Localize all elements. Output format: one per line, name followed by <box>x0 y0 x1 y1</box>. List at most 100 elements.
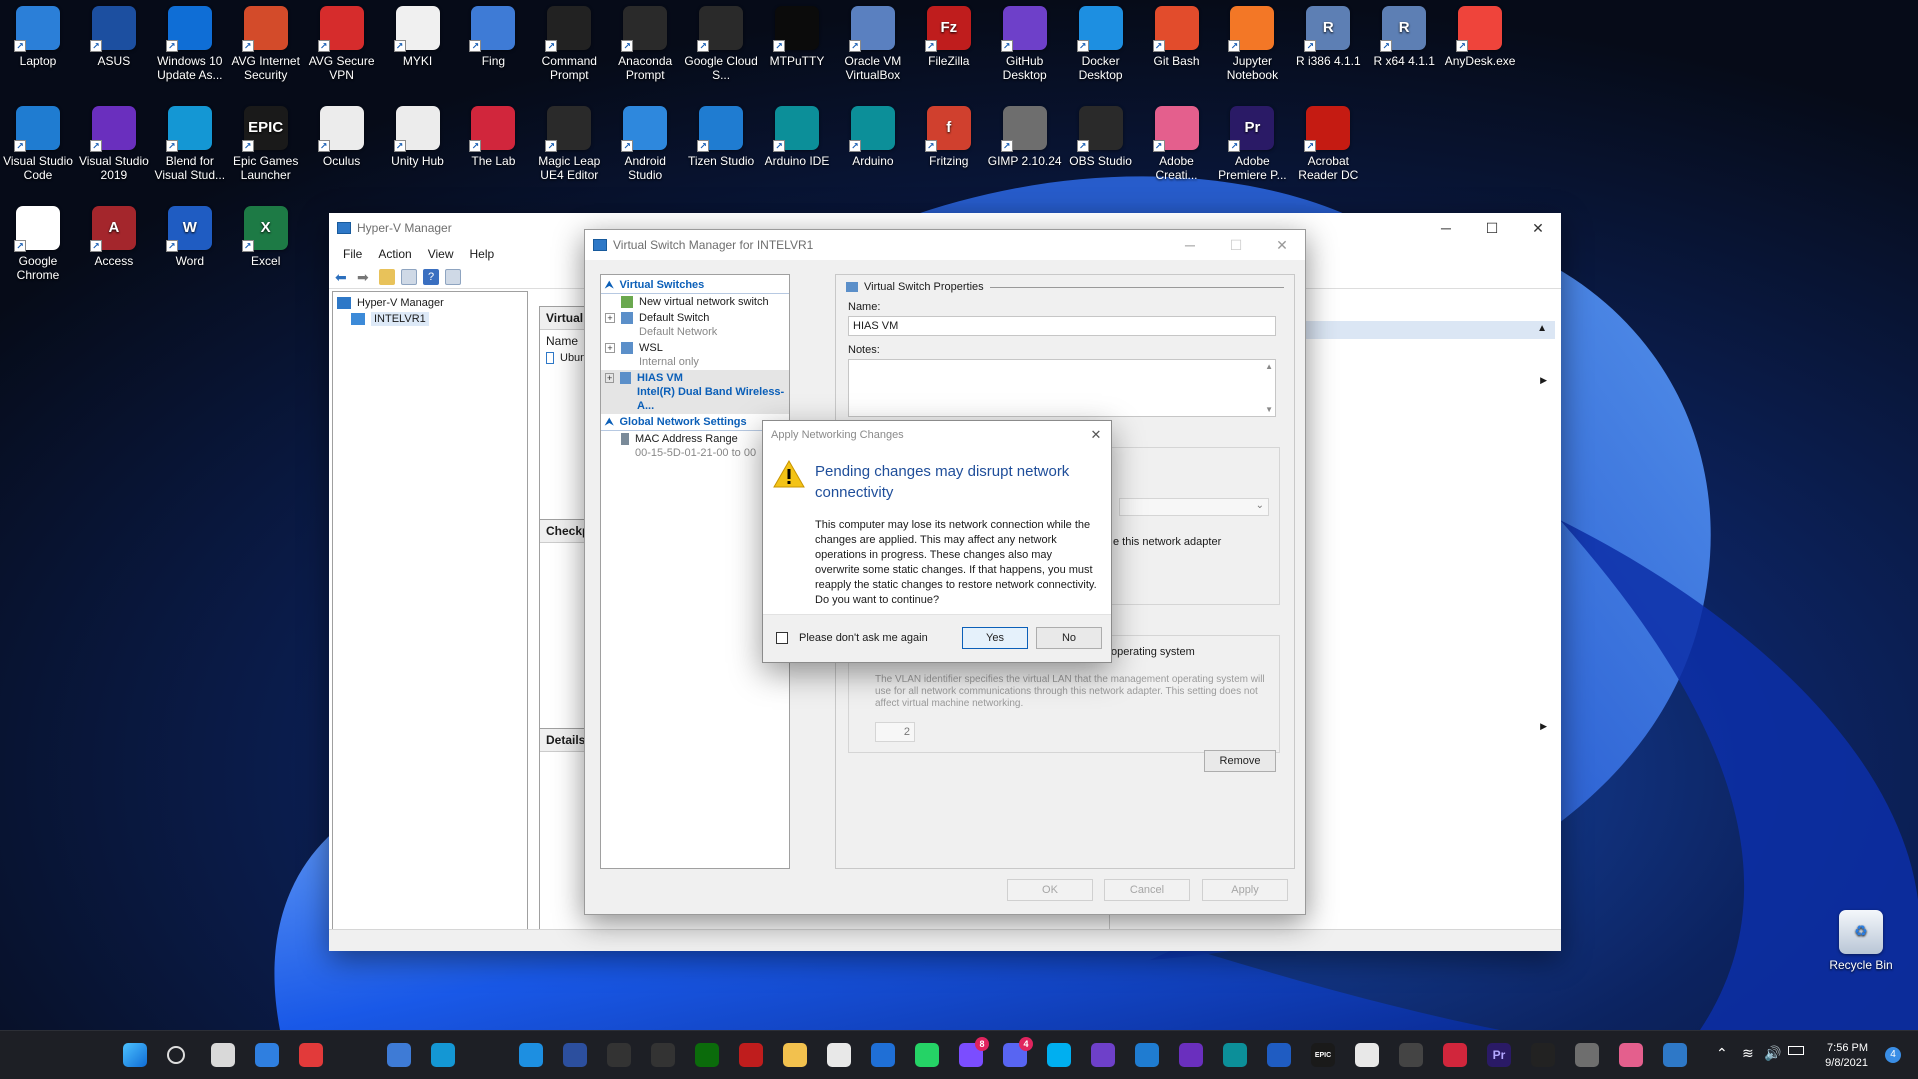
vectorworks-icon[interactable] <box>343 1043 367 1067</box>
epic-games-icon[interactable]: EPIC <box>1311 1043 1335 1067</box>
mtputty-icon[interactable] <box>695 1043 719 1067</box>
desktop-icon-adobe-creati[interactable]: ↗ Adobe Creati... <box>1139 102 1215 182</box>
obs-icon[interactable] <box>1531 1043 1555 1067</box>
menu-view[interactable]: View <box>420 247 462 261</box>
back-icon[interactable]: ⬅ <box>335 269 351 285</box>
no-button[interactable]: No <box>1036 627 1102 649</box>
minimize-button[interactable]: ─ <box>1423 213 1469 243</box>
maximize-button[interactable]: ☐ <box>1469 213 1515 243</box>
expand-icon[interactable]: + <box>605 313 615 323</box>
desktop-icon-docker-desktop[interactable]: ↗ Docker Desktop <box>1063 2 1139 82</box>
desktop-icon-fing[interactable]: ↗ Fing <box>455 2 531 68</box>
cmd-icon[interactable] <box>607 1043 631 1067</box>
vscode-icon[interactable] <box>1135 1043 1159 1067</box>
virtualbox-icon[interactable] <box>475 1043 499 1067</box>
desktop-icon-the-lab[interactable]: ↗ The Lab <box>455 102 531 168</box>
mac-address-range-item[interactable]: MAC Address Range 00-15-5D-01-21-00 to 00 <box>601 431 789 461</box>
desktop-icon-arduino-ide[interactable]: ↗ Arduino IDE <box>759 102 835 168</box>
docker-icon[interactable] <box>519 1043 543 1067</box>
fing-icon[interactable] <box>387 1043 411 1067</box>
desktop-icon-asus[interactable]: ↗ ASUS <box>76 2 152 68</box>
menu-file[interactable]: File <box>335 247 370 261</box>
premiere-icon[interactable]: Pr <box>1487 1043 1511 1067</box>
hyperv-icon[interactable] <box>1663 1043 1687 1067</box>
remove-button[interactable]: Remove <box>1204 750 1276 772</box>
desktop-icon-jupyter-notebook[interactable]: ↗ Jupyter Notebook <box>1214 2 1290 82</box>
show-hide-tree-icon[interactable] <box>401 268 417 285</box>
cancel-button[interactable]: Cancel <box>1104 879 1190 901</box>
file-explorer-icon[interactable] <box>783 1043 807 1067</box>
unity-icon[interactable] <box>1399 1043 1423 1067</box>
apply-button[interactable]: Apply <box>1202 879 1288 901</box>
expand-icon[interactable]: + <box>605 373 615 383</box>
desktop-icon-excel[interactable]: X ↗ Excel <box>228 202 304 268</box>
properties-icon[interactable] <box>445 268 461 285</box>
submenu-arrow-icon[interactable]: ▶ <box>1540 375 1547 386</box>
visual-studio-icon[interactable] <box>1179 1043 1203 1067</box>
desktop-icon-command-prompt[interactable]: ↗ Command Prompt <box>531 2 607 82</box>
vsm-minimize-button[interactable]: ─ <box>1167 230 1213 260</box>
desktop-icon-github-desktop[interactable]: ↗ GitHub Desktop <box>987 2 1063 82</box>
skype-icon[interactable] <box>1047 1043 1071 1067</box>
desktop-icon-avg-internet-security[interactable]: ↗ AVG Internet Security <box>228 2 304 82</box>
clock[interactable]: 7:56 PM 9/8/2021 <box>1820 1041 1868 1071</box>
desktop-icon-android-studio[interactable]: ↗ Android Studio <box>607 102 683 182</box>
desktop-icon-acrobat-reader-dc[interactable]: ↗ Acrobat Reader DC <box>1290 102 1366 182</box>
desktop-icon-obs-studio[interactable]: ↗ OBS Studio <box>1063 102 1139 168</box>
powershell-icon[interactable] <box>563 1043 587 1067</box>
menu-action[interactable]: Action <box>370 247 419 261</box>
collapse-up-icon[interactable]: ▲ <box>1537 323 1547 334</box>
desktop-icon-myki[interactable]: ↗ MYKI <box>380 2 456 68</box>
ok-button[interactable]: OK <box>1007 879 1093 901</box>
tree-item-intelvr1[interactable]: INTELVR1 <box>333 311 527 327</box>
desktop-icon-r-x64-4-1-1[interactable]: R ↗ R x64 4.1.1 <box>1366 2 1442 68</box>
start-icon[interactable] <box>123 1043 147 1067</box>
external-network-dropdown[interactable]: ⌄ <box>1119 498 1269 516</box>
submenu-arrow-icon[interactable]: ▶ <box>1540 721 1547 732</box>
switch-item-default[interactable]: + Default Switch Default Network <box>601 310 789 340</box>
desktop-icon-gimp-2-10-24[interactable]: ↗ GIMP 2.10.24 <box>987 102 1063 168</box>
desktop-icon-oculus[interactable]: ↗ Oculus <box>304 102 380 168</box>
search-icon[interactable] <box>167 1046 185 1064</box>
vsm-titlebar[interactable]: Virtual Switch Manager for INTELVR1 ─ ☐ … <box>585 230 1305 260</box>
scroll-down-icon[interactable]: ▼ <box>1265 405 1273 414</box>
wifi-icon[interactable]: ≋ <box>1742 1045 1754 1062</box>
desktop-icon-access[interactable]: A ↗ Access <box>76 202 152 268</box>
desktop-icon-oracle-vm-virtualbox[interactable]: ↗ Oracle VM VirtualBox <box>835 2 911 82</box>
widgets-icon[interactable] <box>255 1043 279 1067</box>
desktop-icon-arduino[interactable]: ↗ Arduino <box>835 102 911 168</box>
messenger-icon[interactable]: 8 <box>959 1037 989 1067</box>
desktop-icon-blend-for-visual-stud[interactable]: ↗ Blend for Visual Stud... <box>152 102 228 182</box>
desktop-icon-avg-secure-vpn[interactable]: ↗ AVG Secure VPN <box>304 2 380 82</box>
collapse-chevron-icon[interactable]: ⮝ <box>605 417 614 428</box>
apply-networking-changes-dialog[interactable]: Apply Networking Changes ✕ Pending chang… <box>762 420 1112 663</box>
scroll-up-icon[interactable]: ▲ <box>1265 362 1273 371</box>
switch-item-hias-vm[interactable]: + HIAS VM Intel(R) Dual Band Wireless-A..… <box>601 370 789 414</box>
desktop-icon-recycle-bin[interactable]: ♻ Recycle Bin <box>1823 906 1899 972</box>
volume-icon[interactable]: 🔊 <box>1764 1045 1781 1062</box>
desktop-icon-word[interactable]: W ↗ Word <box>152 202 228 268</box>
desktop-icon-git-bash[interactable]: ↗ Git Bash <box>1139 2 1215 68</box>
desktop-icon-mtputty[interactable]: ↗ MTPuTTY <box>759 2 835 68</box>
dont-ask-checkbox[interactable] <box>776 632 788 644</box>
forward-icon[interactable]: ➡ <box>357 269 373 285</box>
edge-icon[interactable] <box>871 1043 895 1067</box>
folder-up-icon[interactable] <box>379 268 395 285</box>
collapse-chevron-icon[interactable]: ⮝ <box>605 280 614 291</box>
name-input[interactable]: HIAS VM <box>848 316 1276 336</box>
the-lab-icon[interactable] <box>1443 1043 1467 1067</box>
close-button[interactable]: ✕ <box>1515 213 1561 243</box>
discord-icon[interactable]: 4 <box>1003 1037 1033 1067</box>
desktop-icon-google-chrome[interactable]: ↗ Google Chrome <box>0 202 76 282</box>
gimp-icon[interactable] <box>1575 1043 1599 1067</box>
yes-button[interactable]: Yes <box>962 627 1028 649</box>
tree-item-hyperv-manager[interactable]: Hyper-V Manager <box>333 292 527 311</box>
help-icon[interactable]: ? <box>423 268 439 285</box>
desktop-icon-anaconda-prompt[interactable]: ↗ Anaconda Prompt <box>607 2 683 82</box>
tray-chevron-icon[interactable]: ⌃ <box>1716 1045 1728 1062</box>
desktop-icon-magic-leap-ue4-editor[interactable]: ↗ Magic Leap UE4 Editor <box>531 102 607 182</box>
avg-vpn-icon[interactable] <box>299 1043 323 1067</box>
chrome-icon[interactable] <box>827 1043 851 1067</box>
vsm-maximize-button[interactable]: ☐ <box>1213 230 1259 260</box>
desktop-icon-epic-games-launcher[interactable]: EPIC ↗ Epic Games Launcher <box>228 102 304 182</box>
